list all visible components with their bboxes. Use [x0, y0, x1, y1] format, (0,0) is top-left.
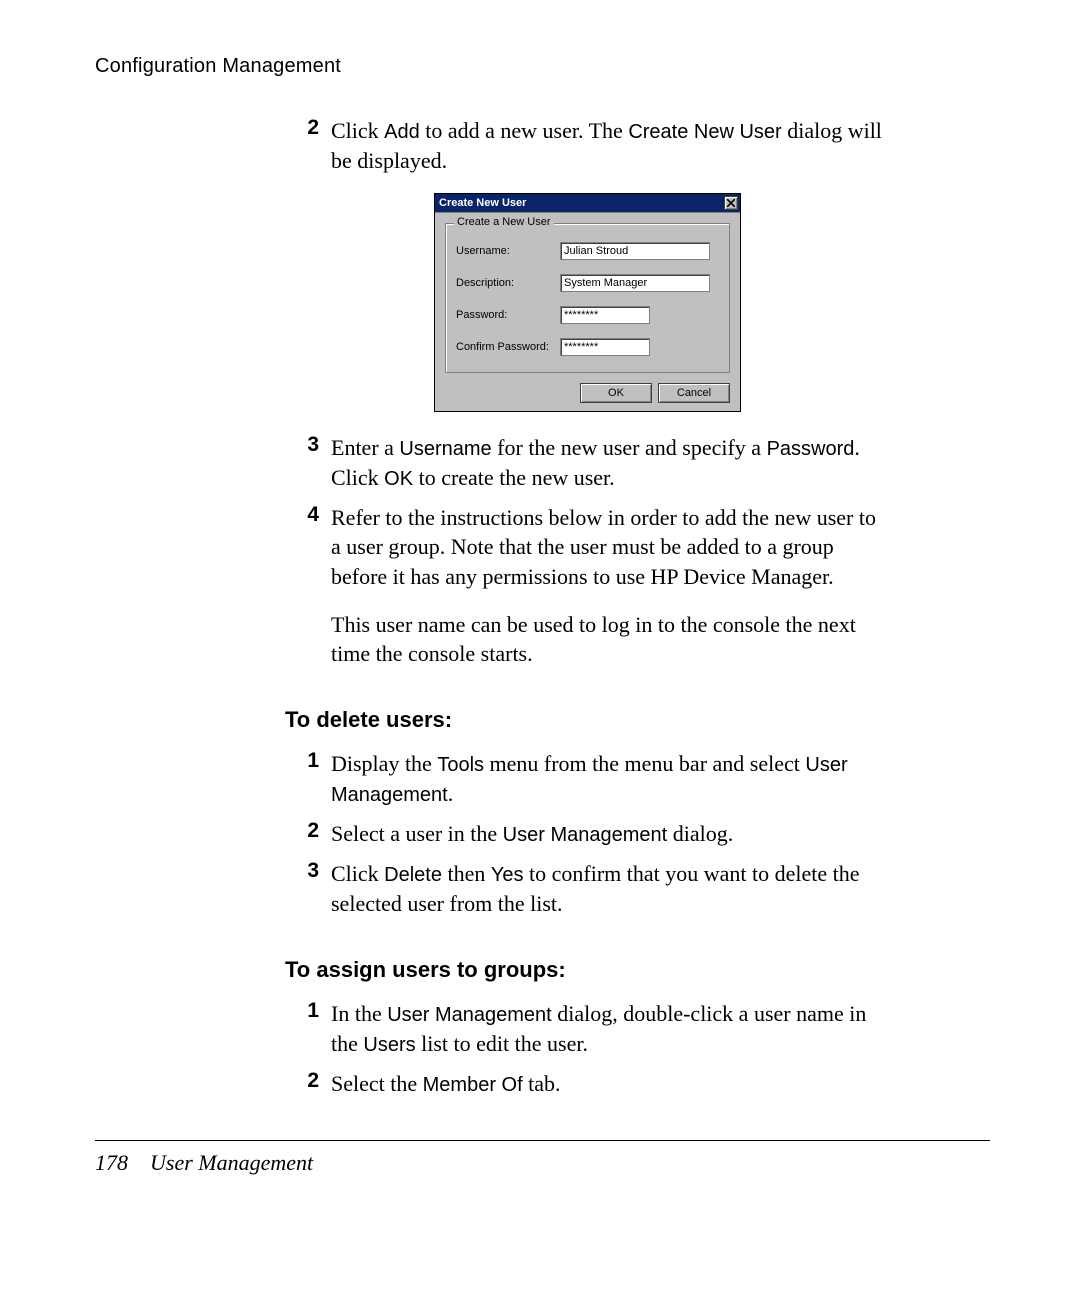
- step-text: Select the Member Of tab.: [331, 1069, 561, 1099]
- assign-step-2: 2 Select the Member Of tab.: [285, 1069, 990, 1099]
- input-description[interactable]: [560, 274, 710, 292]
- step-2: 2 Click Add to add a new user. The Creat…: [285, 116, 990, 176]
- step-number: 1: [285, 999, 331, 1023]
- step-text: Click Add to add a new user. The Create …: [331, 116, 891, 176]
- page-header: Configuration Management: [95, 55, 990, 78]
- step-text: Display the Tools menu from the menu bar…: [331, 749, 891, 809]
- dialog-body: Create a New User Username: Description:…: [435, 212, 740, 411]
- label-username: Username:: [456, 245, 560, 257]
- step-number: 3: [285, 859, 331, 883]
- step-text: Select a user in the User Management dia…: [331, 819, 733, 849]
- heading-assign-groups: To assign users to groups:: [285, 957, 990, 983]
- input-password[interactable]: [560, 306, 650, 324]
- input-confirm-password[interactable]: [560, 338, 650, 356]
- step-text: In the User Management dialog, double-cl…: [331, 999, 891, 1059]
- ok-button[interactable]: OK: [580, 383, 652, 403]
- dialog-title: Create New User: [439, 197, 526, 209]
- step-4: 4 Refer to the instructions below in ord…: [285, 503, 990, 592]
- heading-delete-users: To delete users:: [285, 707, 990, 733]
- cancel-button[interactable]: Cancel: [658, 383, 730, 403]
- groupbox-create-user: Create a New User Username: Description:…: [445, 223, 730, 373]
- dialog-button-row: OK Cancel: [445, 383, 730, 403]
- step-number: 2: [285, 116, 331, 140]
- dialog-titlebar: Create New User: [435, 194, 740, 212]
- step-number: 3: [285, 433, 331, 457]
- row-confirm-password: Confirm Password:: [456, 338, 719, 356]
- delete-step-1: 1 Display the Tools menu from the menu b…: [285, 749, 990, 809]
- label-description: Description:: [456, 277, 560, 289]
- close-icon[interactable]: [724, 196, 738, 210]
- step-number: 1: [285, 749, 331, 773]
- step-number: 4: [285, 503, 331, 527]
- delete-step-2: 2 Select a user in the User Management d…: [285, 819, 990, 849]
- row-username: Username:: [456, 242, 719, 260]
- label-password: Password:: [456, 309, 560, 321]
- label-confirm-password: Confirm Password:: [456, 341, 560, 353]
- input-username[interactable]: [560, 242, 710, 260]
- document-page: Configuration Management 2 Click Add to …: [0, 0, 1080, 1311]
- row-password: Password:: [456, 306, 719, 324]
- step-text: Refer to the instructions below in order…: [331, 503, 891, 592]
- step-number: 2: [285, 1069, 331, 1093]
- row-description: Description:: [456, 274, 719, 292]
- create-new-user-dialog: Create New User Create a New User Userna…: [435, 194, 740, 411]
- footer-chapter: User Management: [150, 1150, 313, 1175]
- step-text: Enter a Username for the new user and sp…: [331, 433, 891, 493]
- step-3: 3 Enter a Username for the new user and …: [285, 433, 990, 493]
- step-text: Click Delete then Yes to confirm that yo…: [331, 859, 891, 919]
- page-number: 178: [95, 1150, 128, 1175]
- paragraph: This user name can be used to log in to …: [331, 610, 891, 669]
- delete-step-3: 3 Click Delete then Yes to confirm that …: [285, 859, 990, 919]
- step-number: 2: [285, 819, 331, 843]
- assign-step-1: 1 In the User Management dialog, double-…: [285, 999, 990, 1059]
- groupbox-legend: Create a New User: [454, 216, 554, 228]
- footer-rule: [95, 1140, 990, 1141]
- footer: 178 User Management: [95, 1150, 313, 1176]
